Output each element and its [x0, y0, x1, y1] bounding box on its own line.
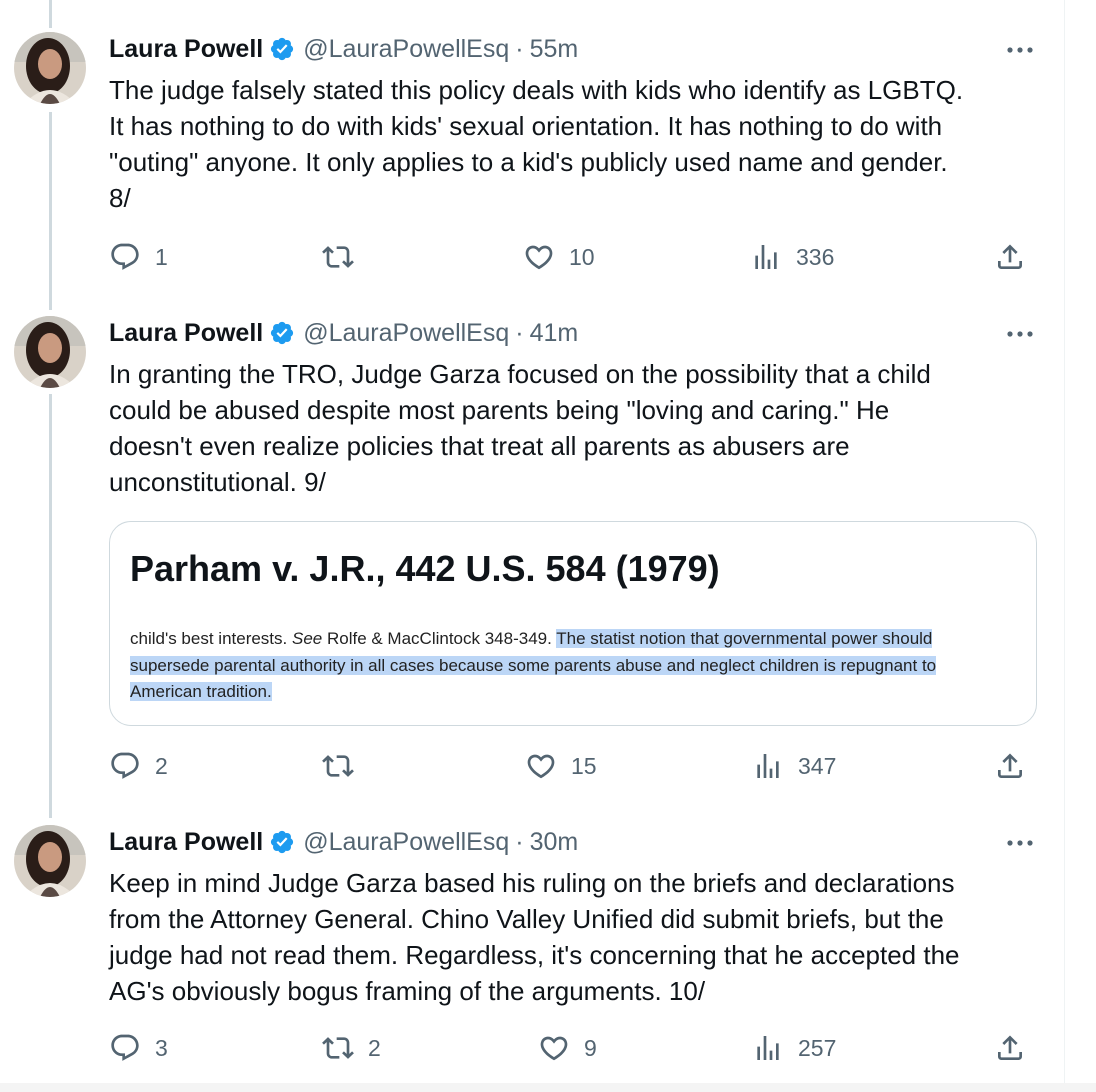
- verified-badge-icon: [269, 36, 295, 62]
- tweet-text-line: judge had not read them. Regardless, it'…: [109, 940, 960, 970]
- views-icon: [757, 1036, 779, 1060]
- author-handle[interactable]: @LauraPowellEsq: [303, 828, 509, 857]
- reply-icon: [111, 243, 139, 270]
- separator: ·: [515, 318, 524, 347]
- share-icon: [998, 753, 1022, 778]
- card-text-plain: Rolfe & MacClintock 348-349.: [322, 629, 557, 648]
- bottom-divider: [0, 1083, 1096, 1092]
- tweet-text: In granting the TRO, Judge Garza focused…: [109, 356, 1039, 500]
- like-icon: [540, 1036, 568, 1061]
- views-button[interactable]: 257: [752, 1028, 836, 1068]
- media-card[interactable]: Parham v. J.R., 442 U.S. 584 (1979) chil…: [109, 521, 1037, 726]
- views-icon: [755, 245, 777, 269]
- card-text-italic: See: [291, 629, 323, 648]
- card-text-plain: child's best interests.: [130, 629, 292, 648]
- timeline-border: [1064, 0, 1065, 1092]
- views-button[interactable]: 336: [750, 237, 834, 277]
- more-horizontal-icon[interactable]: [1000, 33, 1040, 67]
- tweet-text-line: from the Attorney General. Chino Valley …: [109, 904, 944, 934]
- tweet-actions: 1 10 336: [0, 237, 1064, 277]
- reply-icon: [111, 752, 139, 779]
- reply-count: 1: [155, 243, 168, 270]
- reply-button[interactable]: 3: [109, 1028, 168, 1068]
- tweet-text-line: "outing" anyone. It only applies to a ki…: [109, 147, 948, 177]
- repost-icon: [322, 755, 354, 777]
- repost-button[interactable]: 2: [322, 1028, 381, 1068]
- tweet-text-line: 8/: [109, 183, 131, 213]
- views-count: 347: [798, 752, 837, 779]
- tweet-text: Keep in mind Judge Garza based his rulin…: [109, 865, 1039, 1009]
- like-count: 15: [571, 752, 597, 779]
- tweet-text-line: doesn't even realize policies that treat…: [109, 431, 850, 461]
- like-button[interactable]: 15: [525, 746, 597, 786]
- tweet-text-line: The judge falsely stated this policy dea…: [109, 75, 964, 105]
- more-horizontal-icon[interactable]: [1000, 826, 1040, 860]
- card-excerpt: child's best interests. See Rolfe & MacC…: [130, 626, 1020, 706]
- separator: ·: [515, 34, 524, 63]
- tweet-actions: 3 2 9 257: [0, 1028, 1064, 1068]
- share-icon: [998, 244, 1022, 269]
- tweet-text-line: It has nothing to do with kids' sexual o…: [109, 111, 943, 141]
- tweet-header: Laura Powell @LauraPowellEsq · 41m: [109, 316, 578, 350]
- tweet[interactable]: Laura Powell @LauraPowellEsq · 55m The j…: [0, 0, 1064, 290]
- reply-count: 3: [155, 1034, 168, 1061]
- views-count: 336: [796, 243, 835, 270]
- repost-button[interactable]: [322, 746, 368, 786]
- like-button[interactable]: 9: [538, 1028, 597, 1068]
- reply-count: 2: [155, 752, 168, 779]
- tweet-text-line: could be abused despite most parents bei…: [109, 395, 890, 425]
- author-handle[interactable]: @LauraPowellEsq: [303, 319, 509, 348]
- more-horizontal-icon[interactable]: [1000, 317, 1040, 351]
- avatar[interactable]: [14, 316, 86, 388]
- like-count: 10: [569, 243, 595, 270]
- tweet-text-line: unconstitutional. 9/: [109, 467, 326, 497]
- tweet-actions: 2 15 347: [0, 746, 1064, 786]
- separator: ·: [515, 827, 524, 856]
- verified-badge-icon: [269, 829, 295, 855]
- reply-icon: [111, 1034, 139, 1061]
- tweet-header: Laura Powell @LauraPowellEsq · 55m: [109, 32, 578, 66]
- share-icon: [998, 1035, 1022, 1060]
- card-text-highlight: The statist notion that governmental pow…: [556, 629, 933, 648]
- views-icon: [757, 754, 779, 778]
- avatar[interactable]: [14, 825, 86, 897]
- timestamp[interactable]: 41m: [530, 319, 579, 348]
- tweet-text-line: AG's obviously bogus framing of the argu…: [109, 976, 706, 1006]
- timestamp[interactable]: 55m: [530, 35, 579, 64]
- card-text-highlight: supersede parental authority in all case…: [130, 655, 937, 675]
- repost-icon: [322, 1037, 354, 1059]
- share-button[interactable]: [994, 1028, 1026, 1068]
- timestamp[interactable]: 30m: [530, 828, 579, 857]
- repost-icon: [322, 246, 354, 268]
- reply-button[interactable]: 2: [109, 746, 168, 786]
- like-icon: [527, 754, 555, 779]
- tweet-header: Laura Powell @LauraPowellEsq · 30m: [109, 825, 578, 859]
- like-icon: [525, 245, 553, 270]
- like-count: 9: [584, 1034, 597, 1061]
- repost-button[interactable]: [322, 237, 368, 277]
- verified-badge-icon: [269, 320, 295, 346]
- repost-count: 2: [368, 1034, 381, 1061]
- card-title: Parham v. J.R., 442 U.S. 584 (1979): [130, 548, 720, 589]
- tweet-text-line: In granting the TRO, Judge Garza focused…: [109, 359, 931, 389]
- tweet-text: The judge falsely stated this policy dea…: [109, 72, 1039, 216]
- views-button[interactable]: 347: [752, 746, 836, 786]
- avatar[interactable]: [14, 32, 86, 104]
- author-name[interactable]: Laura Powell: [109, 35, 263, 64]
- share-button[interactable]: [994, 237, 1026, 277]
- card-text-highlight: American tradition.: [130, 682, 272, 701]
- author-name[interactable]: Laura Powell: [109, 319, 263, 348]
- tweet-text-line: Keep in mind Judge Garza based his rulin…: [109, 868, 955, 898]
- like-button[interactable]: 10: [523, 237, 595, 277]
- author-name[interactable]: Laura Powell: [109, 828, 263, 857]
- share-button[interactable]: [994, 746, 1026, 786]
- reply-button[interactable]: 1: [109, 237, 168, 277]
- author-handle[interactable]: @LauraPowellEsq: [303, 35, 509, 64]
- views-count: 257: [798, 1034, 837, 1061]
